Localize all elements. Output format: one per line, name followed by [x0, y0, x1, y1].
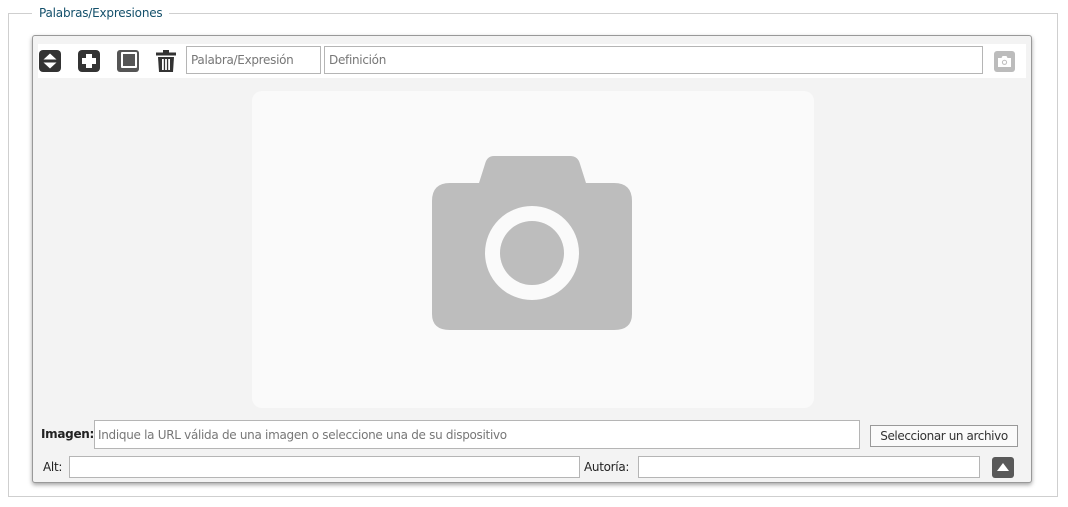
camera-placeholder-icon — [432, 156, 632, 330]
word-card: Imagen: Seleccionar un archivo Alt: Auto… — [32, 35, 1032, 483]
duplicate-icon[interactable] — [117, 50, 139, 72]
alt-input[interactable] — [69, 456, 580, 478]
author-label: Autoría: — [584, 460, 630, 474]
caret-up-icon[interactable] — [992, 457, 1014, 478]
image-label: Imagen: — [41, 427, 95, 441]
image-url-input[interactable] — [94, 420, 860, 449]
alt-label: Alt: — [43, 460, 63, 474]
image-preview[interactable] — [252, 91, 814, 408]
author-input[interactable] — [638, 456, 980, 478]
expand-collapse-icon[interactable] — [39, 50, 61, 72]
trash-icon[interactable] — [155, 50, 177, 72]
add-icon[interactable] — [78, 50, 100, 72]
select-file-button[interactable]: Seleccionar un archivo — [870, 425, 1018, 447]
word-input[interactable] — [186, 46, 321, 74]
camera-icon[interactable] — [994, 51, 1015, 72]
definition-input[interactable] — [324, 46, 983, 74]
word-toolbar — [38, 44, 1026, 78]
fieldset-legend: Palabras/Expresiones — [32, 6, 170, 20]
